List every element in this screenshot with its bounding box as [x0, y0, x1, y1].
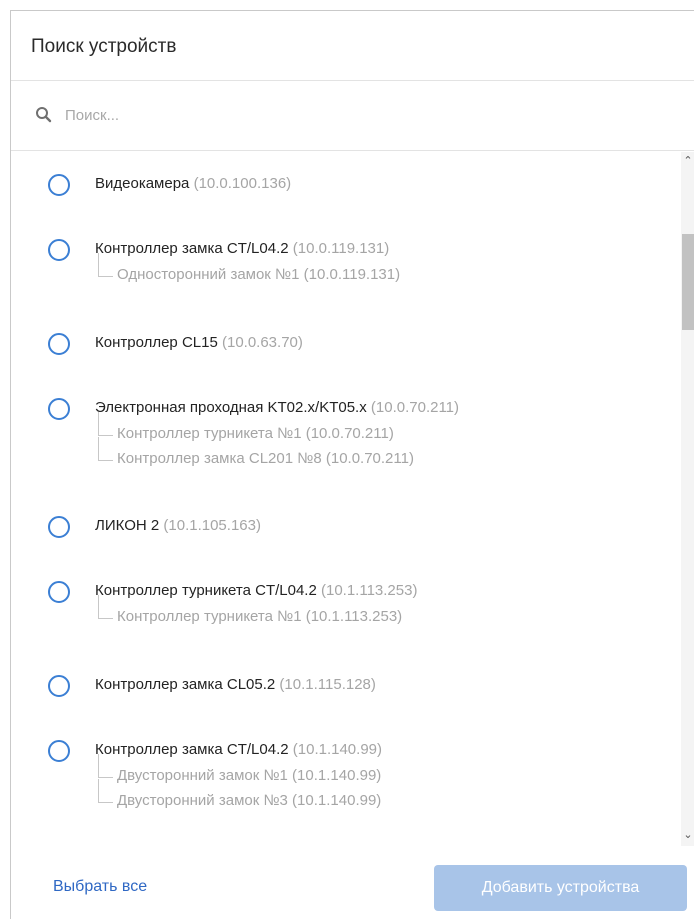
device-name: ЛИКОН 2: [95, 517, 160, 534]
device-name: Контроллер замка CL05.2: [95, 676, 276, 693]
device-ip: (10.1.113.253): [320, 582, 418, 599]
device-name: Контроллер замка CT/L04.2: [95, 741, 289, 758]
device-ip: (10.0.63.70): [221, 334, 303, 351]
tree-branch-line: [98, 754, 113, 778]
dialog-header: Поиск устройств: [11, 11, 694, 81]
device-child-item: Двусторонний замок №3 (10.1.140.99): [95, 779, 382, 809]
device-radio[interactable]: [48, 174, 70, 196]
device-ip: (10.1.140.99): [292, 741, 382, 758]
device-radio[interactable]: [48, 675, 70, 697]
device-child-label: Контроллер турникета №1 (10.1.113.253): [117, 608, 403, 625]
tree-branch-line: [98, 779, 113, 803]
device-child-item: Контроллер турникета №1 (10.0.70.211): [95, 412, 394, 442]
device-name: Контроллер CL15: [95, 334, 218, 351]
device-radio[interactable]: [48, 333, 70, 355]
chevron-up-icon[interactable]: ⌃: [683, 156, 693, 167]
select-all-link[interactable]: Выбрать все: [53, 878, 147, 896]
device-ip: (10.0.70.211): [370, 399, 460, 416]
device-child-label: Контроллер замка CL201 №8 (10.0.70.211): [117, 450, 414, 467]
device-child-label: Двусторонний замок №3 (10.1.140.99): [117, 792, 382, 809]
device-child-item: Двусторонний замок №1 (10.1.140.99): [95, 754, 382, 784]
tree-branch-line: [98, 253, 113, 277]
device-child-label: Контроллер турникета №1 (10.0.70.211): [117, 425, 394, 442]
device-name: Видеокамера: [95, 175, 190, 192]
device-child-item: Контроллер замка CL201 №8 (10.0.70.211): [95, 437, 414, 467]
device-radio[interactable]: [48, 239, 70, 261]
device-child-label: Двусторонний замок №1 (10.1.140.99): [117, 767, 382, 784]
device-child-label: Односторонний замок №1 (10.0.119.131): [117, 266, 401, 283]
device-row[interactable]: Контроллер замка CT/L04.2 (10.1.140.99): [95, 741, 382, 758]
device-name: Контроллер замка CT/L04.2: [95, 240, 289, 257]
device-name: Контроллер турникета CT/L04.2: [95, 582, 317, 599]
device-list: Видеокамера (10.0.100.136) Контроллер зам…: [11, 152, 681, 846]
tree-branch-line: [98, 595, 113, 619]
search-icon: [36, 107, 52, 123]
dialog-title: Поиск устройств: [31, 36, 177, 57]
device-row[interactable]: Электронная проходная KT02.x/KT05.x (10.…: [95, 399, 459, 416]
device-row[interactable]: Контроллер замка CT/L04.2 (10.0.119.131): [95, 240, 389, 257]
dialog-footer: Выбрать все Добавить устройства: [11, 846, 694, 920]
device-ip: (10.0.119.131): [292, 240, 390, 257]
device-row[interactable]: Контроллер турникета CT/L04.2 (10.1.113.…: [95, 582, 417, 599]
device-ip: (10.1.105.163): [163, 517, 261, 534]
search-input[interactable]: [65, 103, 625, 127]
device-radio[interactable]: [48, 581, 70, 603]
device-row[interactable]: Контроллер CL15 (10.0.63.70): [95, 334, 303, 351]
tree-branch-line: [98, 412, 113, 436]
device-row[interactable]: Контроллер замка CL05.2 (10.1.115.128): [95, 676, 376, 693]
device-radio[interactable]: [48, 740, 70, 762]
device-ip: (10.1.115.128): [279, 676, 376, 693]
add-devices-button[interactable]: Добавить устройства: [434, 865, 687, 911]
device-radio[interactable]: [48, 398, 70, 420]
device-child-item: Контроллер турникета №1 (10.1.113.253): [95, 595, 403, 625]
device-ip: (10.0.100.136): [193, 175, 292, 192]
scrollbar[interactable]: ⌃ ⌄: [681, 152, 694, 846]
device-row[interactable]: Видеокамера (10.0.100.136): [95, 175, 291, 192]
device-radio[interactable]: [48, 516, 70, 538]
device-name: Электронная проходная KT02.x/KT05.x: [95, 399, 367, 416]
tree-branch-line: [98, 437, 113, 461]
device-search-dialog: Поиск устройств Видеокамера (10.0.100.13…: [10, 10, 694, 919]
scrollbar-thumb[interactable]: [682, 234, 694, 330]
device-child-item: Односторонний замок №1 (10.0.119.131): [95, 253, 401, 283]
search-bar: [11, 81, 694, 151]
chevron-down-icon[interactable]: ⌄: [683, 830, 693, 841]
device-row[interactable]: ЛИКОН 2 (10.1.105.163): [95, 517, 261, 534]
